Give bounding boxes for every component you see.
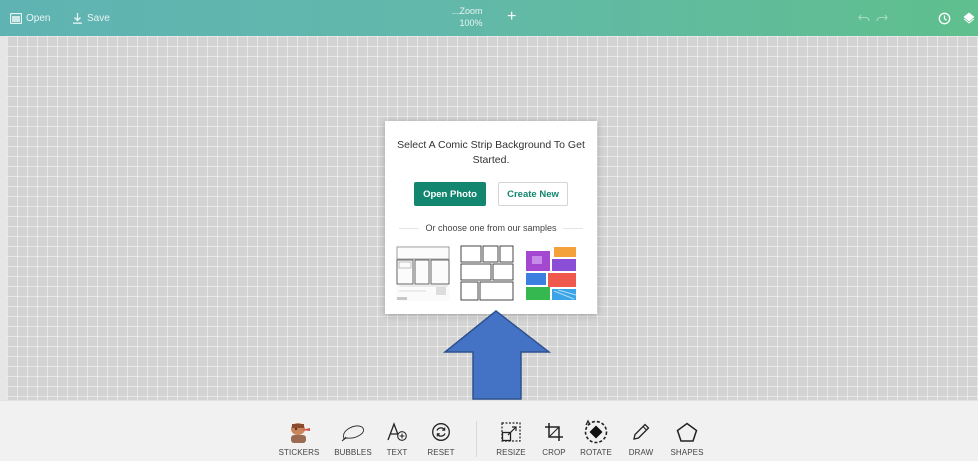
start-dialog: Select A Comic Strip Background To Get S… xyxy=(385,121,597,314)
top-toolbar: Open Save Zoom 100% + xyxy=(0,0,978,36)
create-new-button[interactable]: Create New xyxy=(498,182,568,206)
bubbles-label: BUBBLES xyxy=(334,448,372,457)
sticker-icon xyxy=(286,417,312,447)
speech-bubble-icon xyxy=(340,417,366,447)
reset-icon xyxy=(431,417,451,447)
draw-label: DRAW xyxy=(628,448,654,457)
open-photo-button[interactable]: Open Photo xyxy=(414,182,486,206)
undo-button[interactable] xyxy=(858,0,870,36)
bottom-toolbar: STICKERS BUBBLES TEXT RESET RESIZE CROP xyxy=(0,400,978,461)
save-label: Save xyxy=(87,12,110,24)
redo-button[interactable] xyxy=(876,0,888,36)
history-button[interactable] xyxy=(938,0,951,36)
rotate-tool[interactable]: ROTATE xyxy=(578,417,614,457)
zoom-control: Zoom 100% xyxy=(459,5,483,29)
pencil-icon xyxy=(631,417,651,447)
resize-icon xyxy=(501,417,521,447)
text-tool[interactable]: TEXT xyxy=(382,417,412,457)
text-label: TEXT xyxy=(386,448,408,457)
stickers-tool[interactable]: STICKERS xyxy=(279,417,319,457)
draw-tool[interactable]: DRAW xyxy=(626,417,656,457)
divider-rule-left xyxy=(399,227,420,229)
open-label: Open xyxy=(26,12,51,24)
rotate-label: ROTATE xyxy=(580,448,612,457)
resize-tool[interactable]: RESIZE xyxy=(494,417,528,457)
left-edge xyxy=(0,36,7,400)
bubbles-tool[interactable]: BUBBLES xyxy=(333,417,373,457)
stickers-label: STICKERS xyxy=(278,448,320,457)
samples-label: Or choose one from our samples xyxy=(425,223,557,233)
reset-tool[interactable]: RESET xyxy=(424,417,458,457)
crop-label: CROP xyxy=(542,448,566,457)
divider-rule-right xyxy=(562,227,583,229)
pointer-arrow xyxy=(442,310,552,405)
save-button[interactable]: Save xyxy=(72,0,110,36)
crop-icon xyxy=(544,417,564,447)
crop-tool[interactable]: CROP xyxy=(539,417,569,457)
toolbar-separator xyxy=(476,421,477,457)
pentagon-icon xyxy=(676,417,698,447)
samples-divider: Or choose one from our samples xyxy=(399,223,583,233)
rotate-icon xyxy=(583,417,609,447)
download-icon xyxy=(72,12,83,24)
zoom-value: 100% xyxy=(459,18,483,28)
layers-icon xyxy=(963,12,975,24)
folder-icon xyxy=(10,12,22,24)
dialog-title: Select A Comic Strip Background To Get S… xyxy=(397,139,585,166)
history-icon xyxy=(938,12,951,25)
redo-icon xyxy=(876,14,888,22)
sample-thumbnail-1[interactable] xyxy=(396,245,450,301)
layers-button[interactable] xyxy=(963,0,975,36)
sample-thumbnail-2[interactable] xyxy=(460,245,514,301)
undo-icon xyxy=(858,14,870,22)
shapes-tool[interactable]: SHAPES xyxy=(668,417,706,457)
sample-thumbnail-3[interactable] xyxy=(524,245,578,301)
zoom-label: Zoom xyxy=(459,6,483,16)
resize-label: RESIZE xyxy=(496,448,526,457)
reset-label: RESET xyxy=(427,448,455,457)
shapes-label: SHAPES xyxy=(670,448,704,457)
open-button[interactable]: Open xyxy=(10,0,50,36)
zoom-plus-icon[interactable]: + xyxy=(507,9,516,25)
text-add-icon xyxy=(386,417,408,447)
